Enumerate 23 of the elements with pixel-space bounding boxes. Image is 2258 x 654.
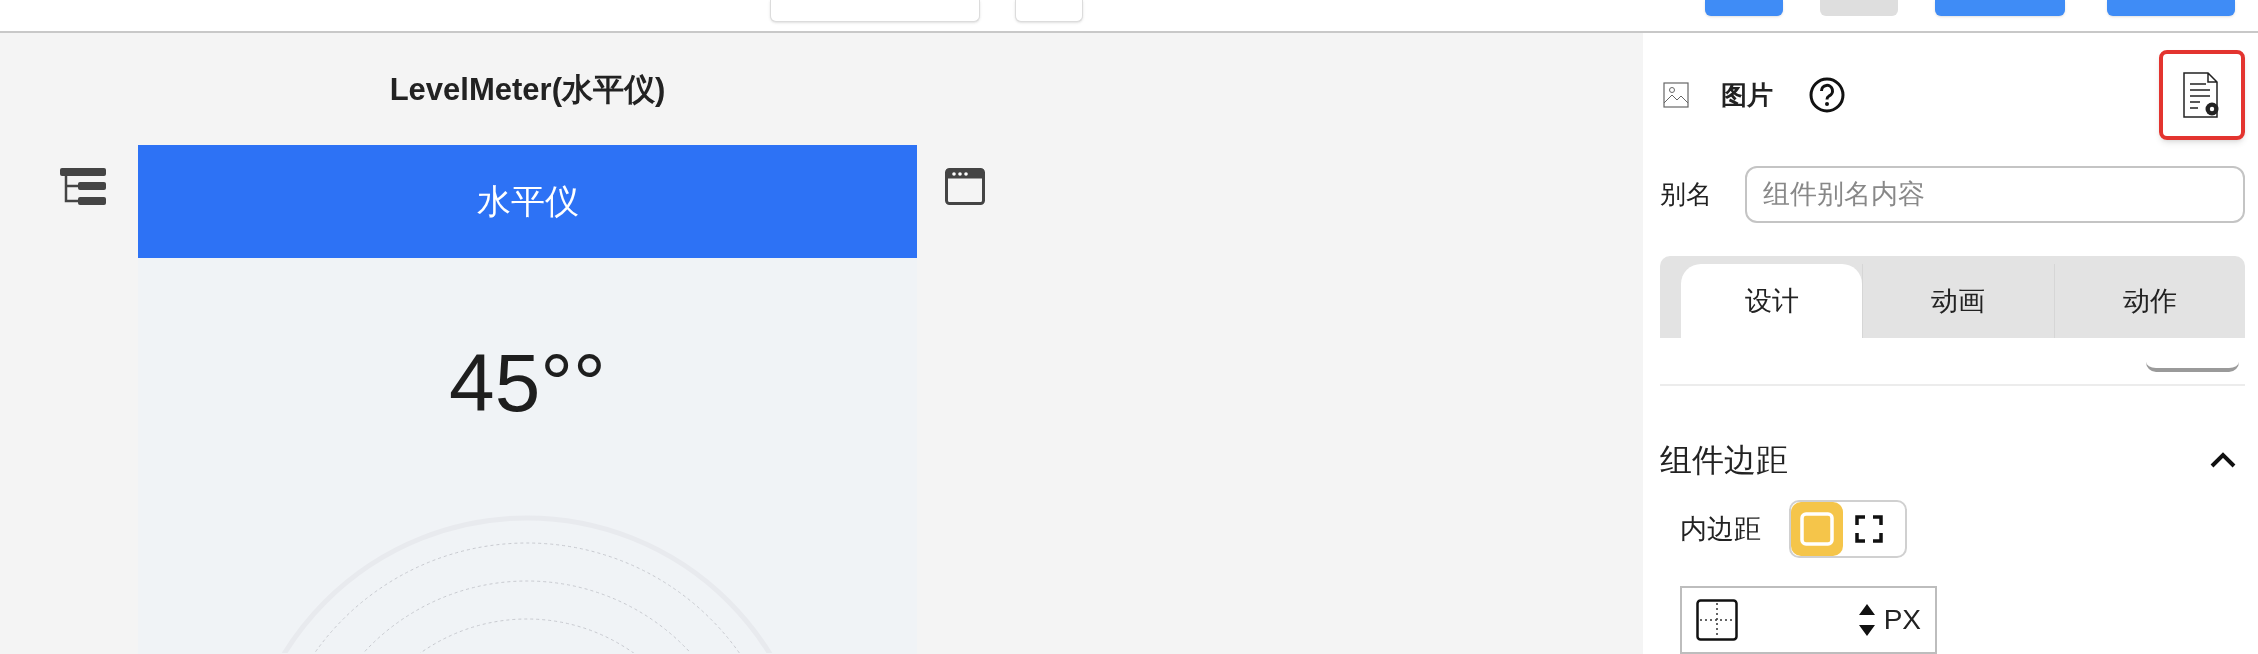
tab[interactable]: 设计 (1681, 264, 1862, 339)
padding-grid-icon (1696, 599, 1738, 642)
expand-icon (1855, 515, 1883, 544)
square-icon (1800, 512, 1834, 547)
tab[interactable]: 动作 (2053, 264, 2245, 339)
angle-reading: 45°° (449, 338, 606, 428)
field-label: 别名 (1660, 178, 1713, 211)
page-title: LevelMeter(水平仪) (389, 71, 666, 109)
section-title: 组件边距 (1660, 441, 1788, 481)
unit-label: PX (1883, 603, 1921, 638)
field-label: 内边距 (1680, 512, 1761, 546)
spinner-icon[interactable] (1857, 603, 1876, 638)
chevron-up-icon[interactable] (2209, 451, 2237, 470)
settings-button[interactable] (2159, 50, 2245, 140)
alias-input-field[interactable]: 组件别名内容 (1745, 166, 2245, 223)
tab[interactable]: 动画 (1862, 264, 2054, 339)
window-icon[interactable] (945, 168, 985, 205)
tree-icon[interactable] (60, 168, 106, 206)
help-icon[interactable] (1809, 77, 1845, 113)
padding-input-field[interactable]: PX (1680, 586, 1937, 654)
component-name: 图片 (1721, 78, 1773, 112)
image-icon (1663, 82, 1689, 108)
screen-header: 水平仪 (138, 145, 917, 258)
